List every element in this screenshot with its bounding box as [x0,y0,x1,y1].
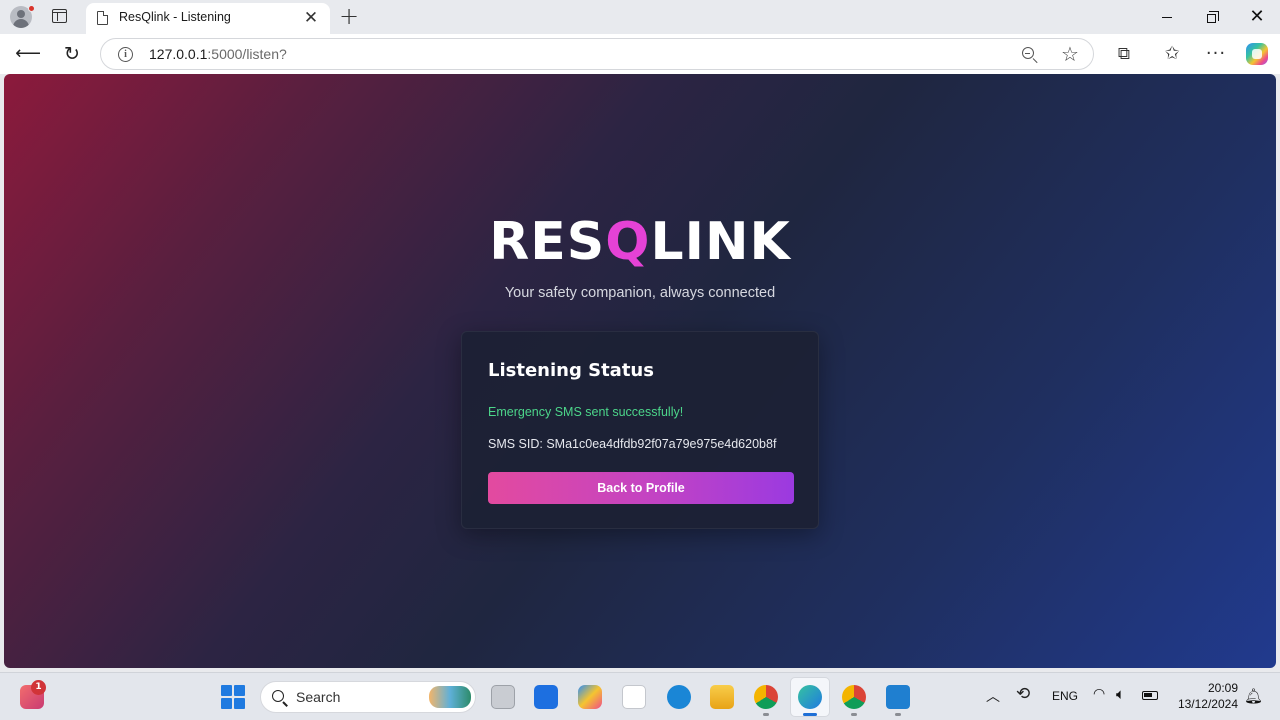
start-icon[interactable] [221,685,245,709]
store-app-icon[interactable] [622,685,646,709]
url-text[interactable]: 127.0.0.1:5000/listen? [149,46,287,62]
chrome-profile-icon[interactable] [842,685,866,709]
close-tab-icon[interactable]: ✕ [300,7,322,29]
back-icon[interactable]: ⟵ [14,40,42,68]
wifi-icon[interactable]: ◠ [1093,686,1105,702]
task-view-icon[interactable] [491,685,515,709]
browser-toolbar: ⟵ ↻ i 127.0.0.1:5000/listen? ☆ ⧉ ✩ ··· [0,34,1280,74]
zoom-out-icon[interactable] [1021,46,1039,64]
browser-tab-active[interactable]: ResQlink - Listening ✕ [86,3,330,34]
time-text: 20:09 [1207,681,1238,695]
logo-accent: Q [605,212,651,272]
notification-badge: 1 [31,680,46,695]
star-icon[interactable]: ☆ [1061,42,1079,66]
get-help-app-icon[interactable] [667,685,691,709]
vscode-running-indicator [895,713,901,716]
close-window-button[interactable]: ✕ [1235,4,1279,30]
edge-icon[interactable] [798,685,822,709]
status-message: Emergency SMS sent successfully! [488,405,684,419]
minimize-button[interactable] [1145,4,1189,30]
chrome-profile-running-indicator [851,713,857,716]
vscode-icon[interactable] [886,685,910,709]
favorites-icon[interactable]: ✩ [1160,42,1184,66]
listening-status-card: Listening Status Emergency SMS sent succ… [461,331,819,529]
search-highlight-image [429,686,471,708]
url-path: :5000/listen? [207,46,287,62]
battery-icon[interactable] [1142,691,1158,700]
resqlink-logo: RESQLINK [4,212,1276,272]
browser-tab-strip: ResQlink - Listening ✕ + ✕ [0,0,1280,34]
chrome-icon[interactable] [754,685,778,709]
more-icon[interactable]: ··· [1204,42,1228,66]
file-explorer-icon[interactable] [710,685,734,709]
clock[interactable]: 20:09 13/12/2024 [1172,680,1238,712]
search-icon [272,690,284,702]
address-bar[interactable]: i 127.0.0.1:5000/listen? ☆ [100,38,1094,70]
page-viewport: RESQLINK Your safety companion, always c… [4,74,1276,668]
language-indicator[interactable]: ENG [1052,689,1078,703]
notification-bell-icon[interactable]: 🔔︎ [1244,687,1263,705]
tagline: Your safety companion, always connected [504,285,776,301]
info-icon[interactable]: i [118,47,133,62]
copilot-app-icon[interactable] [578,685,602,709]
new-tab-button[interactable]: + [337,3,361,29]
restore-button[interactable] [1189,4,1233,30]
search-label: Search [296,689,341,705]
sync-icon[interactable]: ⟲ [1016,684,1030,704]
page-icon [97,11,108,25]
logo-suffix: LINK [650,212,791,272]
taskbar: 1 Search ︿ ⟲ ENG ◠ 🔈︎ 20:09 13/12/2024 🔔… [0,672,1280,720]
tab-actions-icon[interactable] [52,9,67,23]
url-host: 127.0.0.1 [149,46,208,62]
chevron-up-icon[interactable]: ︿ [986,686,1000,706]
extensions-icon[interactable]: ⧉ [1112,42,1136,66]
volume-icon[interactable]: 🔈︎ [1116,685,1125,703]
profile-notification-dot [28,5,35,12]
sms-sid: SMS SID: SMa1c0ea4dfdb92f07a79e975e4d620… [488,437,777,451]
date-text: 13/12/2024 [1177,697,1238,711]
chrome-running-indicator [763,713,769,716]
copilot-icon[interactable] [1246,43,1268,65]
tab-title: ResQlink - Listening [119,10,231,24]
reload-icon[interactable]: ↻ [58,40,86,68]
logo-prefix: RES [489,212,606,272]
taskbar-search[interactable]: Search [260,681,476,713]
back-to-profile-button[interactable]: Back to Profile [488,472,794,504]
edge-active-indicator [803,713,817,716]
myhp-app-icon[interactable] [534,685,558,709]
card-title: Listening Status [488,360,654,381]
